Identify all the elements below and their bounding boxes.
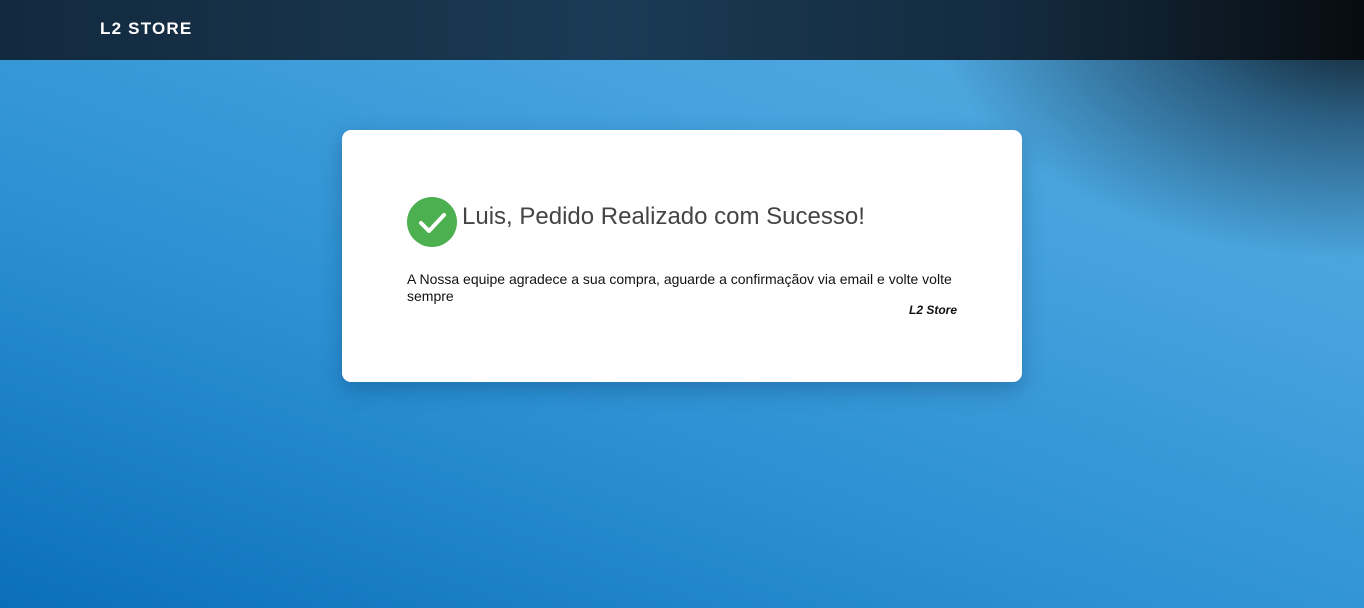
order-confirmation-card: Luis, Pedido Realizado com Sucesso! A No… (342, 130, 1022, 382)
confirmation-title: Luis, Pedido Realizado com Sucesso! (462, 203, 865, 230)
top-navbar: L2 STORE (0, 0, 1364, 60)
confirmation-message: A Nossa equipe agradece a sua compra, ag… (407, 271, 952, 304)
check-circle-icon (407, 197, 457, 247)
store-signature: L2 Store (908, 303, 957, 317)
brand-logo-link[interactable]: L2 STORE (100, 19, 192, 39)
